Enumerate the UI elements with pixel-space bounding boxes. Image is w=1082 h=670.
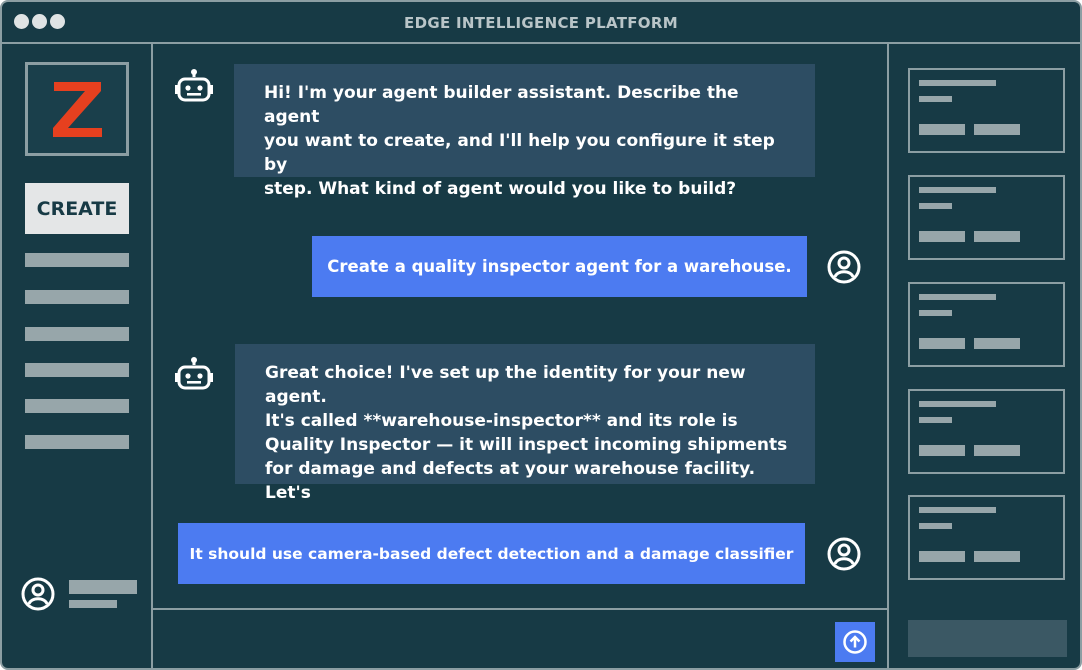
account-user-icon[interactable] [20,576,56,612]
message-line: for damage and defects at your warehouse… [265,459,756,503]
sidebar-nav-item[interactable] [25,327,129,341]
agent-card[interactable] [908,175,1065,260]
robot-icon [174,68,214,108]
message-line: step. What kind of agent would you like … [264,179,737,199]
logo [25,62,129,156]
agent-card[interactable] [908,68,1065,153]
user-icon [824,534,864,574]
agent-card[interactable] [908,282,1065,367]
right-panel-action[interactable] [908,620,1067,657]
bot-message: Great choice! I've set up the identity f… [235,344,815,503]
arrow-up-icon [843,630,867,654]
agent-card[interactable] [908,389,1065,474]
sidebar-nav-item[interactable] [25,399,129,413]
message-line: Quality Inspector — it will inspect inco… [265,435,788,455]
message-line: Great choice! I've set up the identity f… [265,363,746,407]
title-bar: EDGE INTELLIGENCE PLATFORM [2,2,1080,44]
app-window: EDGE INTELLIGENCE PLATFORM CREATE Hi! I'… [0,0,1082,670]
message-input[interactable] [153,608,887,668]
window-title: EDGE INTELLIGENCE PLATFORM [404,14,678,32]
sidebar-nav-item[interactable] [25,290,129,304]
right-panel [887,44,1080,668]
sidebar: CREATE [2,44,153,668]
message-line: you want to create, and I'll help you co… [264,131,775,175]
chat-area: Hi! I'm your agent builder assistant. De… [153,44,887,608]
create-button[interactable]: CREATE [25,183,129,234]
user-message: Create a quality inspector agent for a w… [312,236,807,297]
robot-icon [174,356,214,396]
bot-message: Hi! I'm your agent builder assistant. De… [234,64,815,199]
message-line: Hi! I'm your agent builder assistant. De… [264,83,739,127]
sidebar-nav-item[interactable] [25,253,129,267]
sidebar-nav-item[interactable] [25,435,129,449]
user-icon [824,247,864,287]
message-line: It's called **warehouse-inspector** and … [265,411,738,431]
logo-z-icon [53,82,102,137]
agent-card[interactable] [908,495,1065,580]
sidebar-nav-item[interactable] [25,363,129,377]
user-message: It should use camera-based defect detect… [178,523,805,584]
send-button[interactable] [835,622,875,662]
